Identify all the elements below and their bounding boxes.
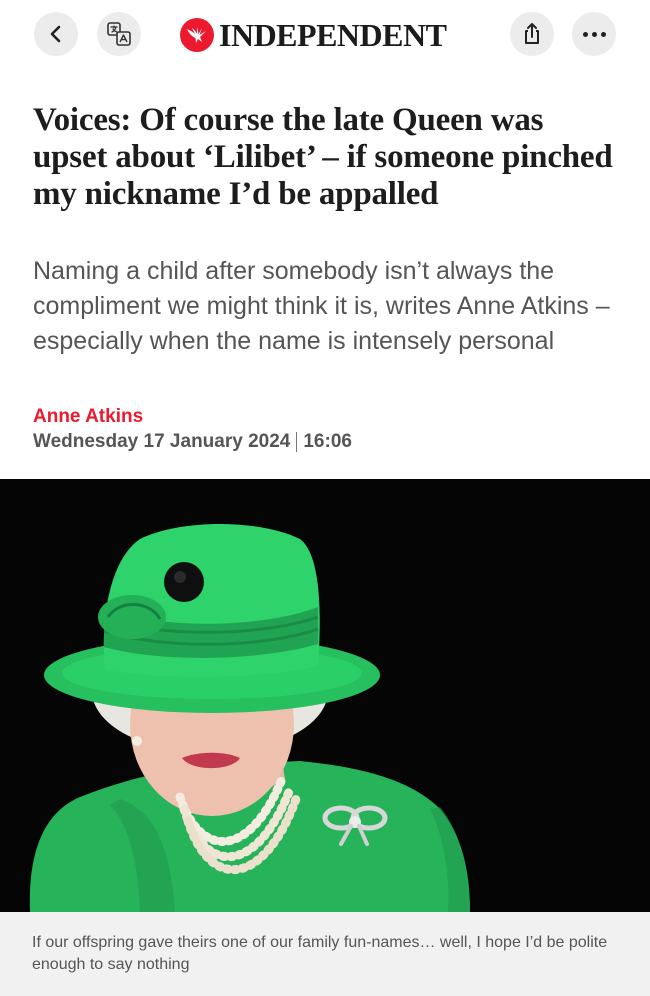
article-standfirst: Naming a child after somebody isn’t alwa… xyxy=(33,257,610,355)
image-caption-box: If our offspring gave theirs one of our … xyxy=(0,912,650,996)
brand-logo[interactable]: INDEPENDENT xyxy=(180,14,480,56)
translate-button[interactable] xyxy=(97,12,141,56)
brand-name: INDEPENDENT xyxy=(219,17,447,53)
publish-time: 16:06 xyxy=(303,431,352,452)
share-icon xyxy=(525,23,539,44)
publish-date: Wednesday 17 January 2024 xyxy=(33,431,291,452)
share-button[interactable] xyxy=(510,12,554,56)
eagle-logo-icon xyxy=(180,18,214,52)
date-separator xyxy=(296,432,298,452)
top-bar: INDEPENDENT xyxy=(0,0,650,70)
author-link[interactable]: Anne Atkins xyxy=(33,405,143,429)
more-dots-icon xyxy=(582,31,606,37)
back-button[interactable] xyxy=(34,12,78,56)
translate-icon xyxy=(107,22,131,46)
article-headline: Voices: Of course the late Queen was ups… xyxy=(33,102,613,212)
chevron-left-icon xyxy=(50,25,61,43)
image-caption: If our offspring gave theirs one of our … xyxy=(32,934,608,973)
more-button[interactable] xyxy=(572,12,616,56)
publish-dateline: Wednesday 17 January 2024 16:06 xyxy=(33,430,352,454)
article-hero-image xyxy=(0,479,650,912)
